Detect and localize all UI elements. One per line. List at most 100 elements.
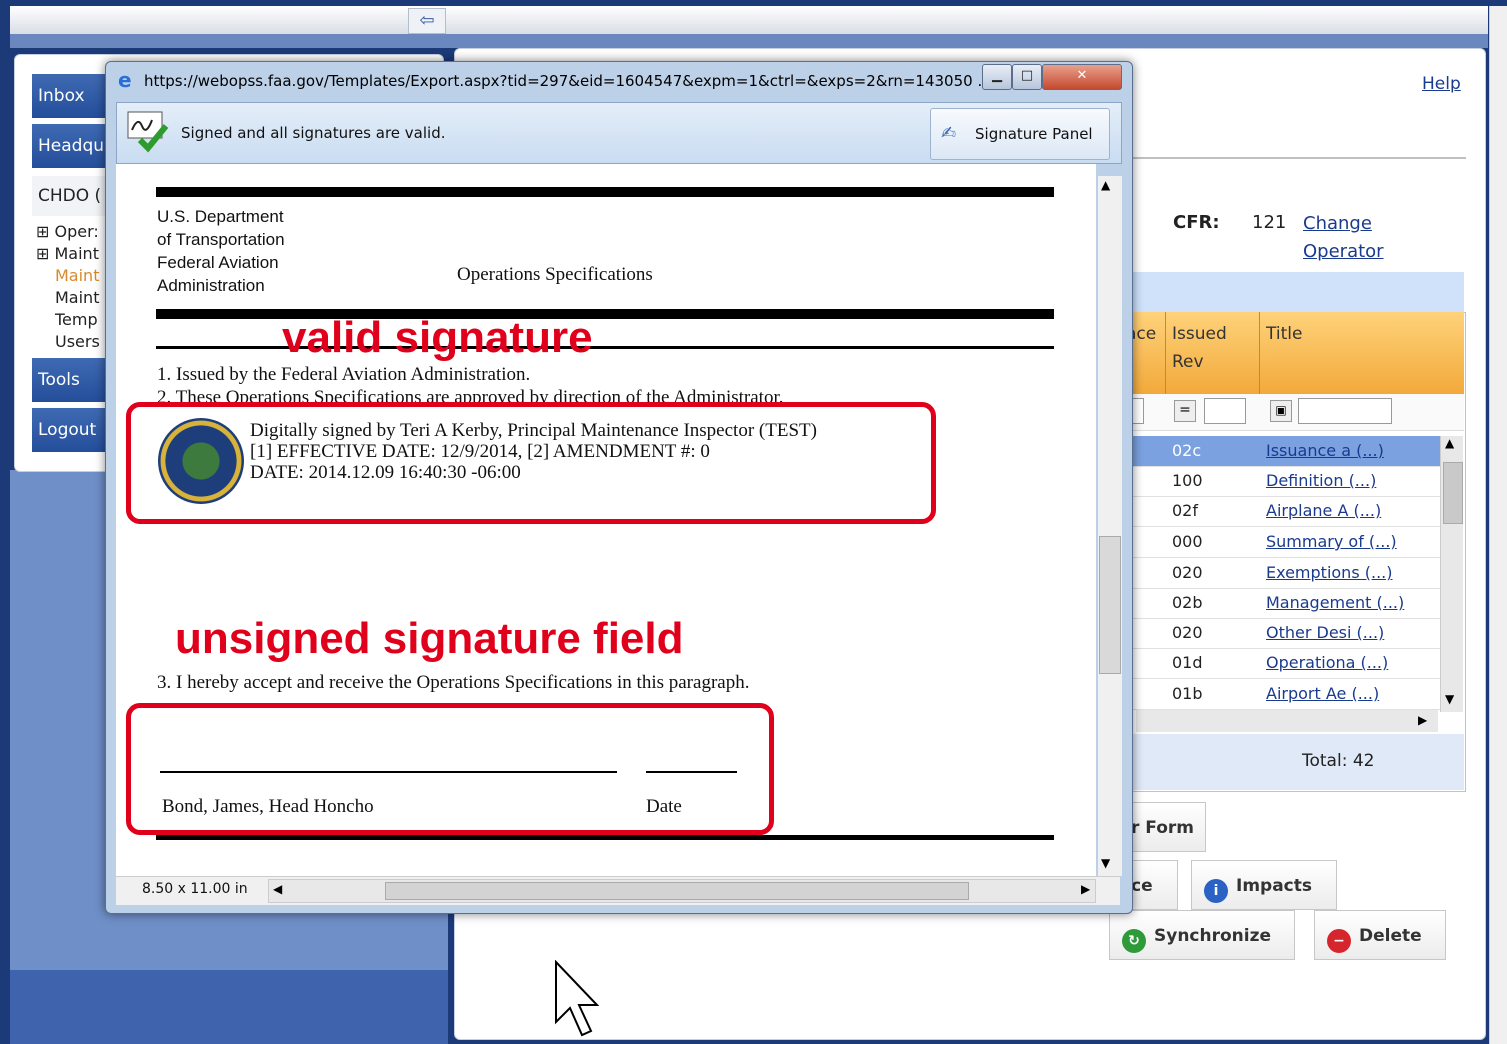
signature-panel-button[interactable]: ✍ Signature Panel <box>930 108 1110 160</box>
tree-item-maint-selected[interactable]: Maint <box>55 266 99 285</box>
form-button-label: r Form <box>1131 818 1195 838</box>
scroll-down-icon[interactable]: ▼ <box>1101 856 1110 870</box>
agency-line: of Transportation <box>157 230 285 249</box>
cell-title-link[interactable]: Exemptions (...) <box>1266 558 1392 588</box>
agency-line: Federal Aviation <box>157 253 279 272</box>
table-row[interactable]: 02b Management (...) <box>1120 588 1440 619</box>
synchronize-button[interactable]: ↻ Synchronize <box>1109 910 1295 960</box>
tree-item-maint[interactable]: Maint <box>55 288 99 307</box>
cell-title-link[interactable]: Operationa (...) <box>1266 648 1388 678</box>
synchronize-button-label: Synchronize <box>1154 926 1272 946</box>
cell-title-link[interactable]: Other Desi (...) <box>1266 618 1384 648</box>
ce-button-label: ce <box>1131 876 1153 896</box>
tree-item-users[interactable]: Users <box>55 332 100 351</box>
annotation-box-valid <box>126 402 936 524</box>
nav-tools[interactable]: Tools <box>32 358 112 402</box>
nav-inbox[interactable]: Inbox <box>32 74 112 118</box>
doc-vertical-scrollbar[interactable]: ▲ ▼ <box>1097 176 1122 876</box>
cell-rev: 100 <box>1172 471 1203 490</box>
table-row[interactable]: 100 Definition (...) <box>1120 466 1440 497</box>
nav-logout[interactable]: Logout <box>32 408 112 452</box>
delete-button[interactable]: − Delete <box>1314 910 1446 960</box>
grid-horizontal-scrollbar[interactable]: ▶ <box>1136 710 1438 732</box>
annotation-valid-signature: valid signature <box>282 313 593 362</box>
bottom-strip <box>10 970 448 1044</box>
minimize-icon[interactable]: ▁ <box>982 64 1012 90</box>
table-row[interactable]: 000 Summary of (...) <box>1120 527 1440 558</box>
total-count: Total: 42 <box>1302 751 1375 771</box>
mouse-cursor-icon <box>553 959 600 1038</box>
scroll-up-icon[interactable]: ▲ <box>1445 436 1454 450</box>
grid-vertical-scrollbar[interactable]: ▲ ▼ <box>1440 436 1463 712</box>
toolbar-band <box>10 34 1488 48</box>
nav-chdo[interactable]: CHDO ( <box>32 176 112 216</box>
delete-icon: − <box>1327 929 1351 953</box>
page-size: 8.50 x 11.00 in <box>142 881 248 897</box>
cell-title-link[interactable]: Airplane A (...) <box>1266 496 1381 526</box>
cell-rev: 020 <box>1172 563 1203 582</box>
filter-operator-icon[interactable]: = <box>1174 400 1196 422</box>
popup-title: https://webopss.faa.gov/Templates/Export… <box>144 72 992 90</box>
scroll-thumb[interactable] <box>1099 536 1121 674</box>
cell-rev: 02f <box>1172 501 1198 520</box>
filter-operator-icon[interactable]: ▣ <box>1270 400 1292 422</box>
maximize-icon[interactable]: □ <box>1012 64 1042 90</box>
table-row[interactable]: 02c Issuance a (...) <box>1120 436 1440 467</box>
cfr-value: 121 <box>1252 212 1287 233</box>
doc-para-2: 2. These Operations Specifications are a… <box>157 387 784 403</box>
filter-input-rev[interactable] <box>1204 398 1246 424</box>
signature-valid-icon <box>126 110 170 154</box>
scroll-left-icon[interactable]: ◀ <box>273 882 282 896</box>
agency-line: U.S. Department <box>157 207 284 226</box>
table-row[interactable]: 02f Airplane A (...) <box>1120 496 1440 527</box>
tree-item-templates[interactable]: Temp <box>55 310 98 329</box>
grid-footer <box>1120 734 1464 790</box>
scroll-right-icon[interactable]: ▶ <box>1418 713 1427 727</box>
tree-item-operations[interactable]: ⊞ Oper: <box>36 222 99 241</box>
grid-toolbar <box>1120 272 1464 312</box>
page-scrollbar[interactable] <box>1489 6 1507 1044</box>
cfr-label: CFR: <box>1173 212 1220 233</box>
cell-title-link[interactable]: Definition (...) <box>1266 466 1376 496</box>
grid-filter-row: = ▣ <box>1120 394 1464 431</box>
doc-para-1: 1. Issued by the Federal Aviation Admini… <box>157 364 531 385</box>
cell-title-link[interactable]: Summary of (...) <box>1266 527 1397 557</box>
doc-rule <box>156 835 1054 840</box>
top-toolbar <box>10 6 1488 35</box>
divider <box>1120 157 1466 159</box>
cell-rev: 000 <box>1172 532 1203 551</box>
cell-rev: 01b <box>1172 684 1203 703</box>
cell-rev: 02b <box>1172 593 1203 612</box>
table-row[interactable]: 020 Other Desi (...) <box>1120 618 1440 649</box>
tree-item-maintenance[interactable]: ⊞ Maint <box>36 244 99 263</box>
scroll-thumb[interactable] <box>1443 462 1463 524</box>
table-row[interactable]: 020 Exemptions (...) <box>1120 558 1440 589</box>
scroll-thumb[interactable] <box>385 882 969 900</box>
scroll-down-icon[interactable]: ▼ <box>1445 692 1454 706</box>
cell-title-link[interactable]: Management (...) <box>1266 588 1404 618</box>
back-arrow-icon[interactable]: ⇦ <box>408 8 446 34</box>
scroll-up-icon[interactable]: ▲ <box>1101 178 1110 192</box>
signature-panel-label: Signature Panel <box>975 125 1093 143</box>
change-operator-link[interactable]: Change Operator <box>1303 210 1403 266</box>
table-row[interactable]: 01b Airport Ae (...) <box>1120 679 1440 710</box>
info-icon: i <box>1204 879 1228 903</box>
cell-title-link[interactable]: Issuance a (...) <box>1266 436 1384 466</box>
agency-line: Administration <box>157 276 265 295</box>
help-link[interactable]: Help <box>1422 74 1461 94</box>
doc-rule <box>156 187 1054 197</box>
table-row[interactable]: 01d Operationa (...) <box>1120 648 1440 679</box>
cell-rev: 020 <box>1172 623 1203 642</box>
impacts-button[interactable]: i Impacts <box>1191 860 1337 910</box>
grid-header-title[interactable]: Title <box>1260 312 1464 394</box>
cell-title-link[interactable]: Airport Ae (...) <box>1266 679 1379 709</box>
annotation-box-unsigned[interactable] <box>126 703 774 835</box>
nav-headquarters[interactable]: Headqu <box>32 124 112 168</box>
filter-input-title[interactable] <box>1298 398 1392 424</box>
browser-icon: e <box>118 68 132 92</box>
doc-heading: Operations Specifications <box>457 264 653 285</box>
doc-horizontal-scrollbar[interactable]: ◀ ▶ <box>268 879 1096 903</box>
grid-header-issued-rev[interactable]: Issued Rev <box>1166 312 1260 394</box>
close-icon[interactable]: ✕ <box>1042 64 1122 90</box>
scroll-right-icon[interactable]: ▶ <box>1081 882 1090 896</box>
